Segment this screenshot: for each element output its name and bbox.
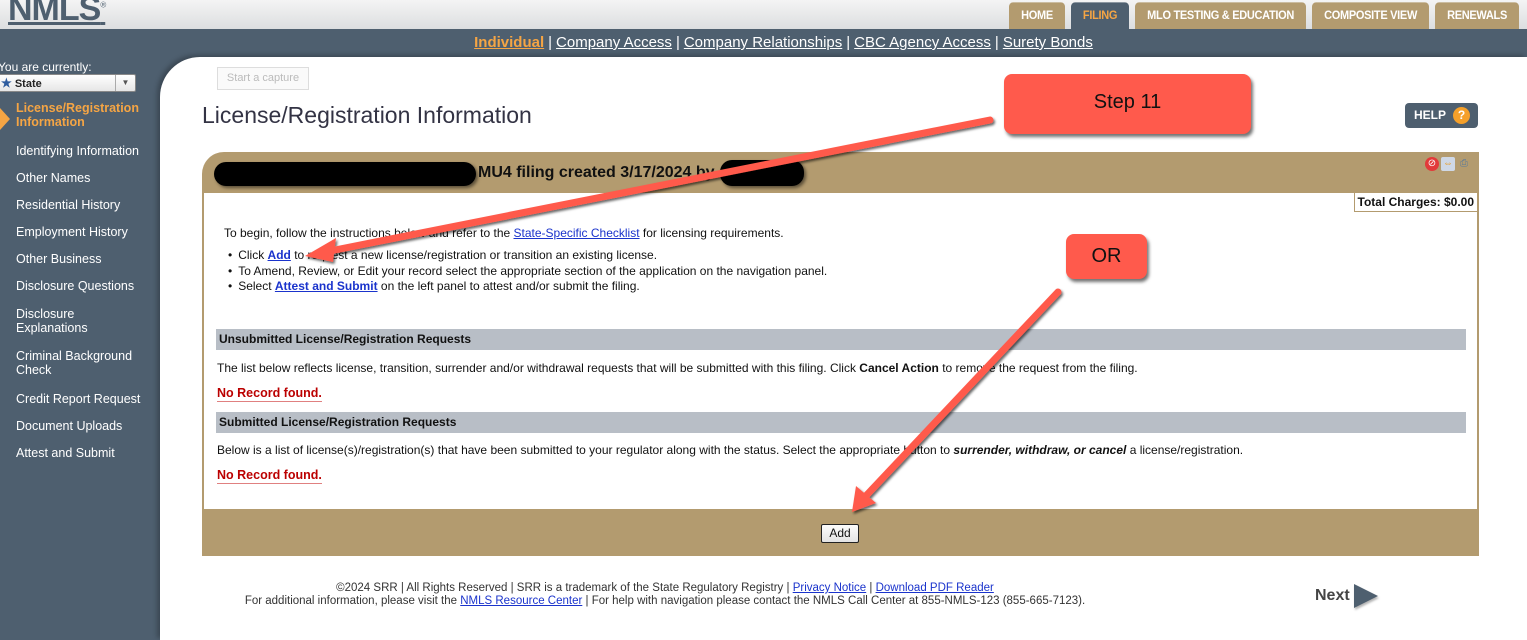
bullet-text: Select [238,279,275,293]
desc-text: Below is a list of license(s)/registrati… [217,443,954,457]
sidebar-item-employment-history[interactable]: Employment History [16,225,156,239]
filing-panel: MU4 filing created 3/17/2024 by ⊘ ⇔ ⎙ To… [202,152,1479,556]
sidebar-item-disclosure-explanations[interactable]: Disclosure Explanations [16,307,106,335]
sidebar-item-disclosure-questions[interactable]: Disclosure Questions [16,279,156,293]
subnav-cbc-agency-access[interactable]: CBC Agency Access [854,34,991,51]
main-content: Start a capture License/Registration Inf… [160,57,1527,640]
intro-before: To begin, follow the instructions below … [224,226,514,240]
list-item: Select Attest and Submit on the left pan… [228,279,827,295]
tab-renewals[interactable]: RENEWALS [1435,2,1519,30]
tab-filing[interactable]: FILING [1070,2,1130,30]
sidebar-item-other-business[interactable]: Other Business [16,252,156,266]
unsubmitted-description: The list below reflects license, transit… [217,361,1138,375]
sub-navigation: Individual | Company Access | Company Relati… [0,29,1527,57]
active-indicator-icon [0,108,10,130]
download-pdf-reader-link[interactable]: Download PDF Reader [876,582,994,594]
unsubmitted-empty-message: No Record found. [217,386,322,402]
list-item: Click Add to request a new license/regis… [228,248,827,264]
separator: | [675,34,680,51]
question-mark-icon: ? [1453,107,1470,124]
subnav-individual[interactable]: Individual [474,34,544,51]
top-header: NMLS® HOME FILING MLO TESTING & EDUCATIO… [0,0,1527,30]
sidebar-item-other-names[interactable]: Other Names [16,171,156,185]
subnav-company-access[interactable]: Company Access [556,34,672,51]
filing-tools: ⊘ ⇔ ⎙ [1425,157,1471,171]
step-callout: Step 11 [1004,74,1251,134]
help-label: HELP [1414,108,1447,122]
next-button[interactable]: Next [1315,584,1378,608]
page-title: License/Registration Information [202,102,532,128]
redacted-user [720,160,804,186]
desc-bold: surrender, withdraw, or cancel [953,443,1127,457]
separator: | [994,34,999,51]
intro-text: To begin, follow the instructions below … [224,226,784,240]
context-select[interactable]: ★ State ▼ [0,74,136,92]
submitted-description: Below is a list of license(s)/registrati… [217,443,1243,457]
main-tabs: HOME FILING MLO TESTING & EDUCATION COMP… [1009,2,1519,30]
submitted-empty-message: No Record found. [217,468,322,484]
desc-text: a license/registration. [1126,443,1244,457]
separator: | [866,582,876,594]
desc-text: to remove the request from the filing. [938,361,1138,375]
footer-text: For additional information, please visit… [244,595,461,607]
current-context-label: You are currently: [0,60,92,74]
print-icon[interactable]: ⎙ [1457,157,1471,171]
instruction-list: Click Add to request a new license/regis… [228,248,827,295]
sidebar-item-credit-report-request[interactable]: Credit Report Request [16,392,156,406]
redacted-name [214,162,476,186]
bullet-text: To Amend, Review, or Edit your record se… [238,263,828,278]
separator: | [548,34,553,51]
tab-composite-view[interactable]: COMPOSITE VIEW [1312,2,1430,30]
logo-mark: ® [100,0,106,10]
filing-body: Total Charges: $0.00 To begin, follow th… [204,193,1477,509]
footer-text: ©2024 SRR | All Rights Reserved | SRR is… [336,582,793,594]
list-item: To Amend, Review, or Edit your record se… [228,264,827,280]
sidebar-item-residential-history[interactable]: Residential History [16,198,156,212]
footer: ©2024 SRR | All Rights Reserved | SRR is… [160,582,1170,608]
nmls-resource-center-link[interactable]: NMLS Resource Center [460,595,582,607]
sidebar-item-criminal-background-check[interactable]: Criminal Background Check [16,349,146,377]
sidebar-item-document-uploads[interactable]: Document Uploads [16,419,156,433]
chevron-down-icon[interactable]: ▼ [115,75,135,91]
help-button[interactable]: HELP ? [1405,103,1478,128]
star-icon: ★ [1,76,12,90]
no-flash-icon[interactable]: ⊘ [1425,157,1439,171]
desc-bold: Cancel Action [859,361,939,375]
start-capture-button[interactable]: Start a capture [217,67,309,90]
footer-line-1: ©2024 SRR | All Rights Reserved | SRR is… [160,582,1170,595]
sidebar-item-identifying-information[interactable]: Identifying Information [16,144,156,158]
desc-text: The list below reflects license, transit… [217,361,860,375]
sidebar: You are currently: ★ State ▼ License/Reg… [0,57,160,640]
sidebar-item-license-registration[interactable]: License/Registration Information [16,101,156,129]
footer-text: | For help with navigation please contac… [582,595,1086,607]
or-callout: OR [1066,234,1147,279]
logo-text: NMLS [8,0,101,28]
intro-after: for licensing requirements. [639,226,784,240]
tab-mlo-testing-education[interactable]: MLO TESTING & EDUCATION [1135,2,1307,30]
footer-line-2: For additional information, please visit… [160,595,1170,608]
filing-title: MU4 filing created 3/17/2024 by [478,164,715,181]
sidebar-item-attest-and-submit[interactable]: Attest and Submit [16,446,156,460]
nmls-logo[interactable]: NMLS® [8,0,106,29]
separator: | [846,34,851,51]
tab-home[interactable]: HOME [1009,2,1065,30]
context-select-value: State [14,78,42,90]
bullet-text: on the left panel to attest and/or submi… [377,279,640,293]
compare-icon[interactable]: ⇔ [1441,157,1455,171]
play-arrow-icon [1353,584,1378,608]
add-link[interactable]: Add [268,248,291,262]
submitted-header: Submitted License/Registration Requests [216,412,1466,433]
add-button[interactable]: Add [821,524,859,543]
privacy-notice-link[interactable]: Privacy Notice [793,582,867,594]
unsubmitted-header: Unsubmitted License/Registration Request… [216,329,1466,350]
state-specific-checklist-link[interactable]: State-Specific Checklist [514,226,640,240]
attest-and-submit-link[interactable]: Attest and Submit [275,279,378,293]
bullet-text: Click [238,248,268,262]
subnav-surety-bonds[interactable]: Surety Bonds [1003,34,1093,51]
subnav-company-relationships[interactable]: Company Relationships [684,34,842,51]
total-charges: Total Charges: $0.00 [1353,193,1477,212]
bullet-text: to request a new license/registration or… [290,248,658,262]
next-label: Next [1315,587,1350,605]
